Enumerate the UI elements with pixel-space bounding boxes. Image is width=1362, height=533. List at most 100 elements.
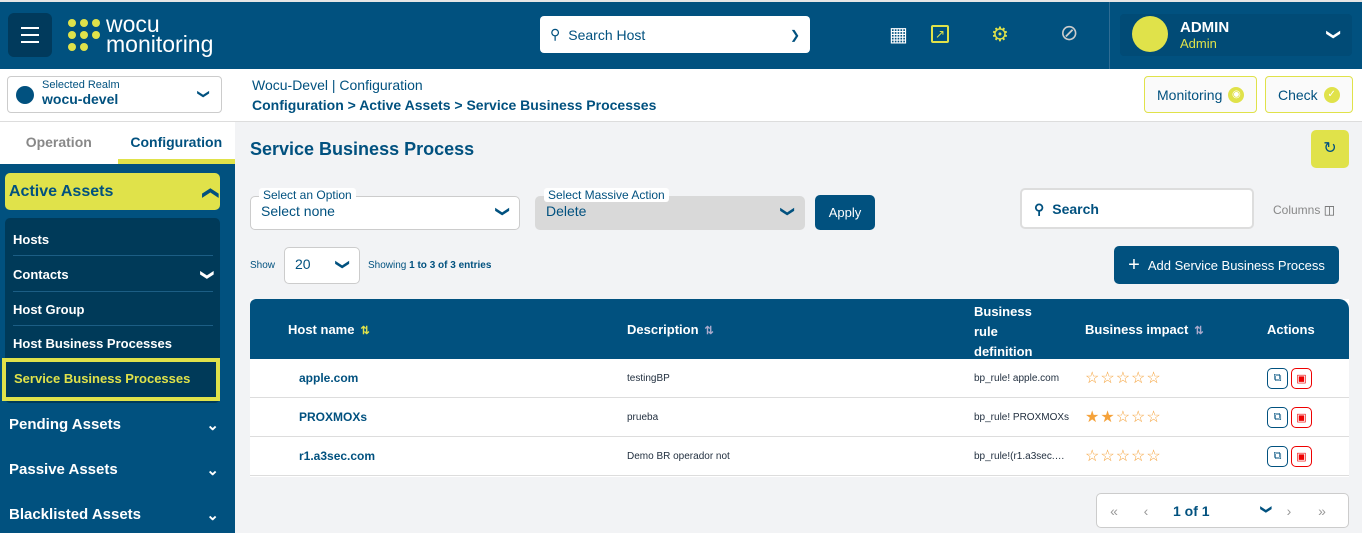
- impact-stars[interactable]: ★★☆☆☆: [1085, 407, 1162, 427]
- apply-button[interactable]: Apply: [815, 195, 875, 230]
- host-name[interactable]: apple.com: [299, 371, 358, 385]
- star-empty-icon[interactable]: ☆: [1100, 448, 1115, 465]
- sidebar-item-host-business-processes[interactable]: Host Business Processes: [13, 336, 213, 360]
- gears-icon[interactable]: ⚙: [991, 22, 1009, 47]
- check-button[interactable]: Check ✓: [1265, 76, 1353, 113]
- copy-icon[interactable]: ⧉: [1267, 368, 1288, 389]
- sidebar-item-hosts[interactable]: Hosts: [13, 232, 213, 256]
- first-page-icon[interactable]: «: [1097, 503, 1131, 519]
- sidebar-group-pending-assets[interactable]: Pending Assets ⌄: [9, 416, 219, 434]
- refresh-button[interactable]: ↻: [1311, 130, 1349, 168]
- search-host-text: Search Host: [568, 26, 646, 43]
- group-label: Passive Assets: [9, 461, 118, 478]
- divider: [1109, 2, 1110, 69]
- host-name[interactable]: PROXMOXs: [299, 410, 367, 424]
- wocu-logo-icon: [68, 19, 100, 51]
- page-size-select[interactable]: 20 ❯: [284, 247, 360, 284]
- search-input[interactable]: ⚲ Search: [1020, 188, 1254, 229]
- star-filled-icon[interactable]: ★: [1085, 409, 1100, 426]
- last-page-icon[interactable]: »: [1307, 503, 1337, 519]
- sidebar-item-service-business-processes[interactable]: Service Business Processes: [2, 358, 220, 401]
- next-page-icon[interactable]: ›: [1271, 503, 1307, 519]
- sidebar-group-blacklisted-assets[interactable]: Blacklisted Assets ⌄: [9, 506, 219, 524]
- entries-count: 1 to 3 of 3 entries: [409, 260, 492, 271]
- sync-off-icon[interactable]: ⊘: [1060, 20, 1078, 46]
- rule: bp_rule!(r1.a3sec.…: [974, 451, 1065, 462]
- trash-icon[interactable]: ▣: [1291, 446, 1312, 467]
- star-empty-icon[interactable]: ☆: [1131, 409, 1146, 426]
- logo-text: wocu monitoring: [106, 13, 214, 57]
- col-actions: Actions: [1267, 322, 1315, 337]
- impact-stars[interactable]: ☆☆☆☆☆: [1085, 446, 1162, 466]
- external-link-icon[interactable]: ↗: [931, 25, 949, 43]
- actions: ⧉ ▣: [1267, 368, 1312, 389]
- menu-button[interactable]: [8, 13, 52, 57]
- table-row[interactable]: apple.com testingBP bp_rule! apple.com ☆☆☆☆…: [250, 359, 1349, 398]
- page-select[interactable]: 1 of 1 ❯: [1161, 503, 1272, 519]
- item-label: Contacts: [13, 267, 69, 282]
- header-label: Host name: [288, 322, 355, 337]
- sort-icon[interactable]: ⇅: [1194, 325, 1203, 337]
- table-row[interactable]: PROXMOXs prueba bp_rule! PROXMOXs ★★☆☆☆ ⧉ ▣: [250, 398, 1349, 437]
- prev-page-icon[interactable]: ‹: [1131, 503, 1161, 519]
- star-empty-icon[interactable]: ☆: [1116, 448, 1131, 465]
- sidebar-group-active-assets[interactable]: Active Assets ❯: [5, 173, 220, 210]
- star-empty-icon[interactable]: ☆: [1085, 370, 1100, 387]
- trash-icon[interactable]: ▣: [1291, 407, 1312, 428]
- check-label: Check: [1278, 86, 1318, 103]
- sidebar-item-contacts[interactable]: Contacts ❯: [13, 267, 216, 292]
- star-empty-icon[interactable]: ☆: [1131, 448, 1146, 465]
- star-empty-icon[interactable]: ☆: [1146, 448, 1161, 465]
- star-empty-icon[interactable]: ☆: [1146, 370, 1161, 387]
- col-description[interactable]: Description ⇅: [627, 322, 714, 337]
- search-host-select[interactable]: ⚲ Search Host ❯: [540, 16, 810, 53]
- search-icon: ⚲: [550, 26, 561, 42]
- copy-icon[interactable]: ⧉: [1267, 446, 1288, 467]
- massive-label: Select Massive Action: [544, 188, 669, 202]
- sort-icon[interactable]: ⇅: [360, 325, 369, 337]
- description: testingBP: [627, 373, 670, 384]
- option-select[interactable]: Select an Option Select none ❯: [250, 188, 520, 230]
- col-business-impact[interactable]: Business impact ⇅: [1085, 322, 1204, 337]
- tab-configuration[interactable]: Configuration: [117, 122, 235, 164]
- star-empty-icon[interactable]: ☆: [1131, 370, 1146, 387]
- chevron-down-icon: ⌄: [206, 507, 219, 524]
- monitoring-button[interactable]: Monitoring ◉: [1144, 76, 1258, 113]
- realm-value: wocu-devel: [42, 91, 119, 107]
- user-menu[interactable]: ADMIN Admin ❯: [1120, 14, 1352, 56]
- sort-icon[interactable]: ⇅: [705, 325, 714, 337]
- entries-info: Showing 1 to 3 of 3 entries: [368, 260, 491, 271]
- col-host-name[interactable]: Host name ⇅: [288, 322, 370, 337]
- rule: bp_rule! apple.com: [974, 373, 1060, 384]
- host-name[interactable]: r1.a3sec.com: [299, 449, 375, 463]
- actions: ⧉ ▣: [1267, 407, 1312, 428]
- col-business-rule[interactable]: Business rule definition: [974, 302, 1038, 362]
- book-icon[interactable]: ▦: [889, 22, 908, 47]
- table-row[interactable]: r1.a3sec.com Demo BR operador not bp_rule!…: [250, 437, 1349, 476]
- tab-operation[interactable]: Operation: [0, 122, 118, 164]
- star-empty-icon[interactable]: ☆: [1085, 448, 1100, 465]
- add-service-business-process-button[interactable]: + Add Service Business Process: [1114, 246, 1339, 284]
- sidebar-item-host-group[interactable]: Host Group: [13, 302, 213, 326]
- star-filled-icon[interactable]: ★: [1100, 409, 1115, 426]
- breadcrumb[interactable]: Configuration > Active Assets > Service …: [252, 97, 656, 113]
- trash-icon[interactable]: ▣: [1291, 368, 1312, 389]
- chevron-down-icon: ❯: [1259, 504, 1272, 514]
- massive-action-select[interactable]: Select Massive Action Delete ❯: [535, 188, 805, 230]
- realm-select[interactable]: Selected Realm wocu-devel ❯: [7, 76, 222, 113]
- chevron-down-icon: ⌄: [206, 462, 219, 479]
- sidebar-group-passive-assets[interactable]: Passive Assets ⌄: [9, 461, 219, 479]
- chevron-down-icon: ❯: [335, 258, 352, 271]
- logo-line2: monitoring: [106, 31, 214, 57]
- columns-button[interactable]: Columns ◫: [1273, 203, 1335, 217]
- star-empty-icon[interactable]: ☆: [1116, 370, 1131, 387]
- entries-prefix: Showing: [368, 260, 410, 271]
- breadcrumb-context: Wocu-Devel | Configuration: [252, 77, 423, 93]
- chevron-down-icon: ❯: [200, 269, 216, 281]
- show-label: Show: [250, 260, 276, 271]
- star-empty-icon[interactable]: ☆: [1100, 370, 1115, 387]
- copy-icon[interactable]: ⧉: [1267, 407, 1288, 428]
- star-empty-icon[interactable]: ☆: [1146, 409, 1161, 426]
- impact-stars[interactable]: ☆☆☆☆☆: [1085, 368, 1162, 388]
- star-empty-icon[interactable]: ☆: [1116, 409, 1131, 426]
